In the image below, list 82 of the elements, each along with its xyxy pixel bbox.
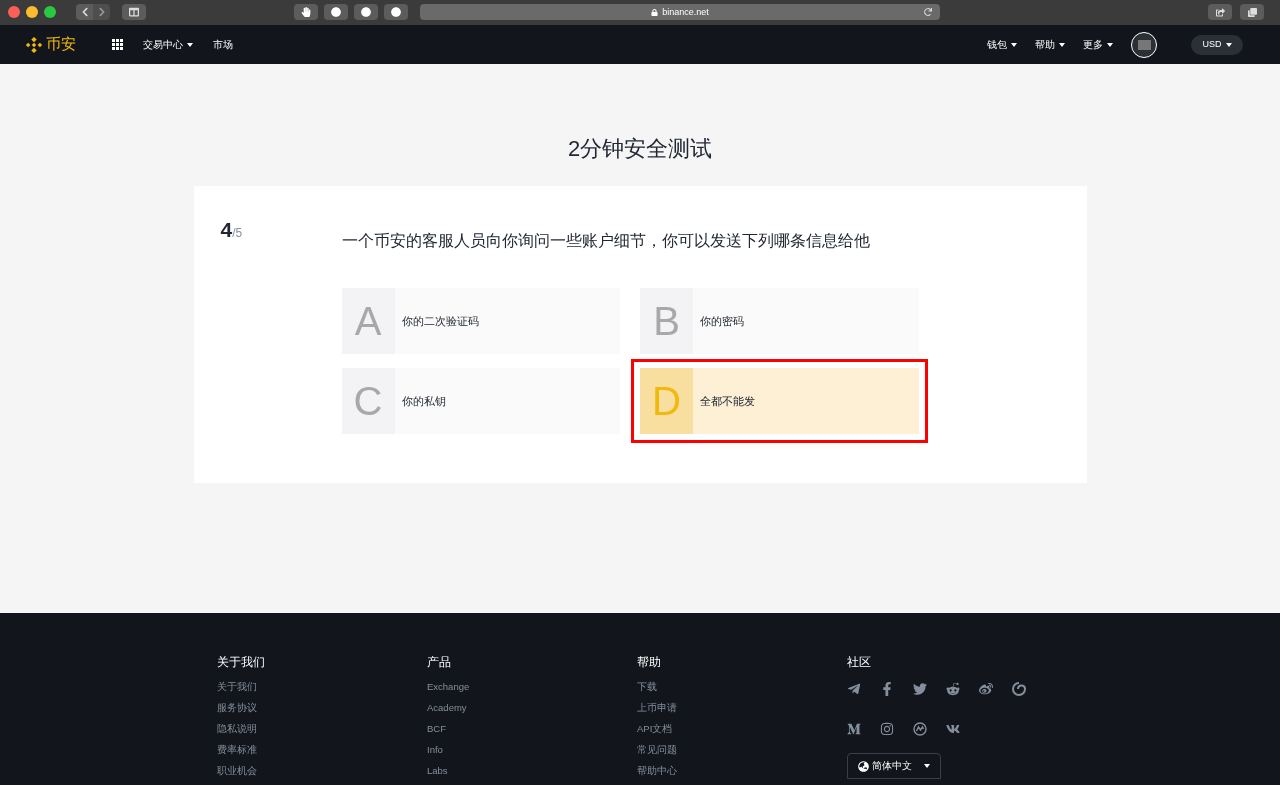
home-logo-link[interactable]: 币安 bbox=[25, 33, 76, 56]
nav-menu-item[interactable]: 更多 bbox=[1083, 37, 1113, 53]
option-letter: D bbox=[640, 368, 693, 435]
nav-menu-item[interactable]: 帮助 bbox=[1035, 37, 1065, 53]
answer-option[interactable]: D 全都不能发 bbox=[640, 368, 919, 435]
footer-link[interactable]: 费率标准 bbox=[217, 743, 427, 764]
question-number: 4 bbox=[220, 217, 233, 244]
question-total: /5 bbox=[232, 226, 243, 243]
footer-link[interactable]: Academy bbox=[427, 701, 637, 722]
footer-link[interactable]: 帮助中心 bbox=[637, 764, 847, 785]
avatar-button[interactable] bbox=[1131, 31, 1157, 58]
avatar-placeholder bbox=[1137, 39, 1151, 50]
option-text: 你的二次验证码 bbox=[401, 314, 479, 330]
option-text: 你的私钥 bbox=[401, 394, 446, 410]
share-button[interactable] bbox=[1208, 4, 1232, 21]
address-bar[interactable]: binance.net bbox=[420, 4, 940, 21]
sidebar-icon bbox=[129, 7, 139, 18]
footer-link[interactable]: 服务协议 bbox=[217, 701, 427, 722]
footer-link[interactable]: 职业机会 bbox=[217, 764, 427, 785]
lock-icon bbox=[651, 8, 659, 16]
page-title: 2分钟安全测试 bbox=[566, 135, 714, 164]
chevron-right-icon bbox=[96, 7, 107, 18]
caret-icon bbox=[924, 764, 930, 769]
vk-icon[interactable] bbox=[946, 722, 960, 736]
grid-menu-icon[interactable] bbox=[112, 39, 123, 51]
option-text: 全都不能发 bbox=[700, 394, 755, 410]
footer-link[interactable]: 常见问题 bbox=[637, 743, 847, 764]
instagram-icon[interactable] bbox=[880, 722, 894, 736]
answer-option[interactable]: B 你的密码 bbox=[640, 288, 919, 355]
diamond-logo-icon bbox=[25, 35, 43, 54]
footer-link[interactable]: Labs bbox=[427, 764, 637, 785]
hand-extension-button[interactable] bbox=[294, 4, 318, 21]
maximize-window-icon[interactable] bbox=[44, 6, 56, 19]
footer-link[interactable]: BCF bbox=[427, 722, 637, 743]
footer-link[interactable]: 下载 bbox=[637, 680, 847, 701]
hand-icon bbox=[301, 7, 311, 18]
reddit-icon[interactable] bbox=[946, 682, 960, 696]
footer-heading: 社区 bbox=[847, 654, 872, 671]
nav-menu-item[interactable]: 市场 bbox=[213, 37, 233, 53]
answer-option[interactable]: A 你的二次验证码 bbox=[341, 288, 620, 355]
twitter-icon[interactable] bbox=[913, 682, 927, 696]
extension-button[interactable] bbox=[324, 4, 348, 21]
option-letter: B bbox=[640, 288, 693, 355]
language-selector[interactable]: 简体中文 bbox=[847, 753, 941, 779]
url-text: binance.net bbox=[662, 5, 709, 19]
medium-icon[interactable] bbox=[847, 722, 861, 736]
nav-menu-item[interactable]: 交易中心 bbox=[143, 37, 193, 53]
reload-icon[interactable] bbox=[924, 8, 932, 17]
currency-selector[interactable]: USD bbox=[1191, 34, 1243, 55]
sidebar-button[interactable] bbox=[122, 4, 146, 21]
swirl-icon[interactable] bbox=[1012, 682, 1026, 696]
extension-button[interactable] bbox=[384, 4, 408, 21]
extension-button[interactable] bbox=[354, 4, 378, 21]
answer-option[interactable]: C 你的私钥 bbox=[341, 368, 620, 435]
footer-heading: 关于我们 bbox=[217, 654, 266, 671]
question-text: 一个币安的客服人员向你询问一些账户细节，你可以发送下列哪条信息给他 bbox=[341, 231, 871, 252]
tabs-button[interactable] bbox=[1240, 4, 1264, 21]
nav-menu-item[interactable]: 钱包 bbox=[987, 37, 1017, 53]
option-letter: C bbox=[341, 368, 395, 435]
forward-button[interactable] bbox=[93, 4, 110, 21]
footer-link[interactable]: 关于我们 bbox=[217, 680, 427, 701]
globe-icon bbox=[858, 760, 869, 772]
caret-icon bbox=[1225, 42, 1232, 47]
footer-heading: 帮助 bbox=[637, 654, 662, 671]
facebook-icon[interactable] bbox=[880, 682, 894, 696]
share-icon bbox=[1215, 7, 1225, 17]
footer-link[interactable]: 上币申请 bbox=[637, 701, 847, 722]
footer-link[interactable]: Info bbox=[427, 743, 637, 764]
footer-link[interactable]: API文档 bbox=[637, 722, 847, 743]
back-button[interactable] bbox=[76, 4, 93, 21]
chart-circle-icon[interactable] bbox=[913, 722, 927, 736]
tabs-icon bbox=[1247, 7, 1257, 17]
footer-link[interactable]: 隐私说明 bbox=[217, 722, 427, 743]
weibo-icon[interactable] bbox=[979, 682, 993, 696]
footer-link[interactable]: Exchange bbox=[427, 680, 637, 701]
close-window-icon[interactable] bbox=[8, 6, 20, 19]
telegram-icon[interactable] bbox=[847, 682, 861, 696]
logo-text: 币安 bbox=[46, 34, 76, 55]
option-letter: A bbox=[341, 288, 395, 355]
footer-heading: 产品 bbox=[427, 654, 452, 671]
minimize-window-icon[interactable] bbox=[26, 6, 38, 19]
option-text: 你的密码 bbox=[700, 314, 744, 330]
